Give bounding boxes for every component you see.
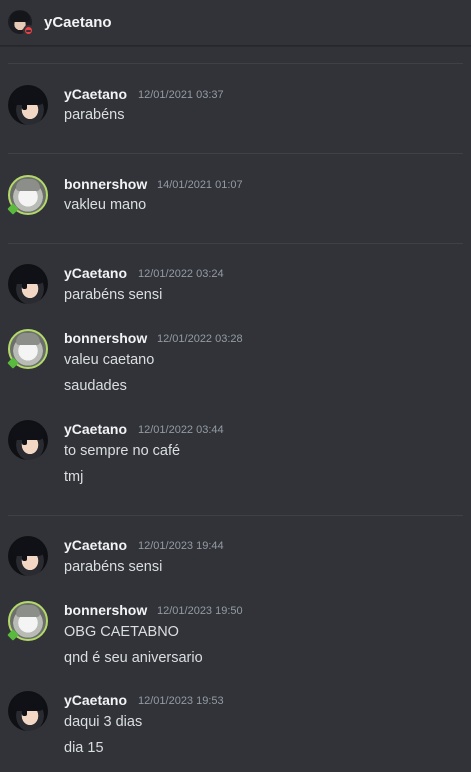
author-name[interactable]: yCaetano: [64, 265, 127, 281]
author-name[interactable]: yCaetano: [64, 421, 127, 437]
timestamp: 12/01/2023 19:53: [138, 695, 224, 707]
header-title[interactable]: yCaetano: [44, 14, 112, 31]
message-text: parabéns sensi: [64, 559, 163, 575]
timestamp: 12/01/2022 03:44: [138, 424, 224, 436]
message-text: parabéns sensi: [64, 287, 163, 303]
timestamp: 12/01/2021 03:37: [138, 89, 224, 101]
message-text: vakleu mano: [64, 197, 147, 213]
message-text: valeu caetano: [64, 352, 155, 368]
date-divider: [8, 153, 463, 154]
date-divider: [8, 63, 463, 64]
author-name[interactable]: yCaetano: [64, 86, 127, 102]
avatar[interactable]: [8, 536, 48, 576]
message-text: saudades: [64, 378, 127, 394]
author-name[interactable]: yCaetano: [64, 537, 127, 553]
avatar[interactable]: [8, 691, 48, 731]
date-divider: [8, 243, 463, 244]
author-name[interactable]: bonnershow: [64, 176, 147, 192]
message-text: to sempre no café: [64, 443, 181, 459]
timestamp: 12/01/2023 19:44: [138, 540, 224, 552]
timestamp: 12/01/2022 03:28: [157, 333, 243, 345]
dm-header: yCaetano: [0, 0, 471, 46]
message-text: OBG CAETABNO: [64, 624, 179, 640]
avatar[interactable]: [8, 420, 48, 460]
date-divider: [8, 515, 463, 516]
message-text: qnd é seu aniversario: [64, 650, 203, 666]
do-not-disturb-status-icon: [23, 25, 34, 36]
avatar[interactable]: [8, 85, 48, 125]
author-name[interactable]: bonnershow: [64, 602, 147, 618]
author-name[interactable]: yCaetano: [64, 692, 127, 708]
message-text: tmj: [64, 469, 84, 485]
message-text: daqui 3 dias: [64, 714, 143, 730]
timestamp: 12/01/2022 03:24: [138, 268, 224, 280]
avatar[interactable]: [8, 264, 48, 304]
author-name[interactable]: bonnershow: [64, 330, 147, 346]
timestamp: 14/01/2021 01:07: [157, 179, 243, 191]
message-text: parabéns: [64, 107, 125, 123]
message-text: dia 15: [64, 740, 104, 756]
timestamp: 12/01/2023 19:50: [157, 605, 243, 617]
